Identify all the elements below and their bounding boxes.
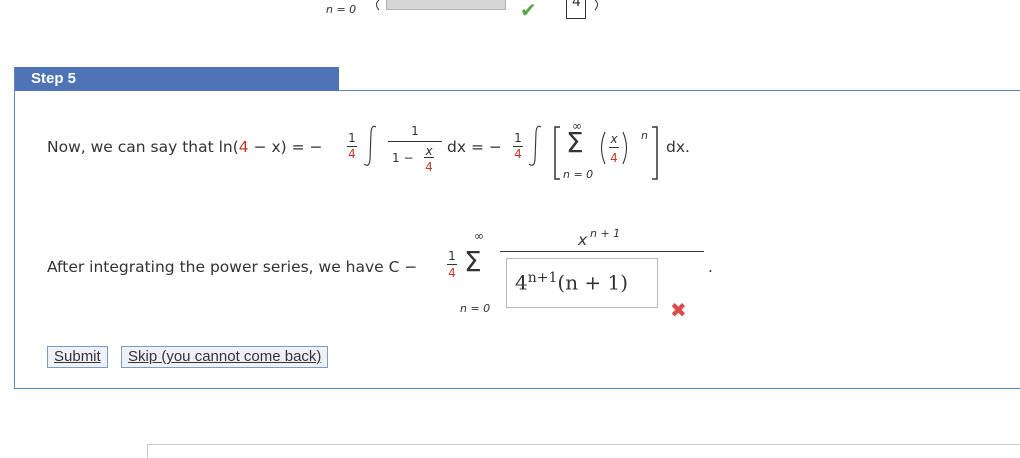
step-panel: Step 5	[14, 67, 1020, 389]
answer-input[interactable]: 4n+1(n + 1)	[506, 258, 658, 308]
dx2: dx.	[666, 138, 690, 156]
frac3-bar	[447, 264, 457, 265]
bracket-left-icon	[554, 126, 560, 180]
frac2-num: 1	[514, 131, 522, 145]
term-exp: n	[641, 129, 648, 142]
term-bar	[609, 147, 619, 148]
inner-x: x	[425, 144, 433, 158]
frac3-den: 4	[448, 266, 456, 280]
frac3-num: 1	[448, 249, 456, 263]
step-title: Step 5	[15, 67, 339, 91]
inner-num: 1	[411, 124, 419, 138]
sum2-lower: n = 0	[460, 302, 491, 315]
sigma1: Σ	[566, 126, 584, 159]
answer-value: 4n+1(n + 1)	[515, 270, 629, 295]
frac2-den: 4	[514, 147, 522, 161]
bottom-divider	[147, 444, 1020, 445]
check-icon: ✔	[520, 0, 537, 22]
sigma2: Σ	[464, 245, 482, 278]
line2-prefix: After integrating the power series, we h…	[47, 258, 418, 276]
inner-den-one: 1 −	[392, 151, 414, 165]
prev-term-box: 4	[566, 0, 586, 19]
numerator-x: x	[578, 231, 588, 249]
skip-button[interactable]: Skip (you cannot come back)	[121, 346, 329, 368]
paren-right-icon-2	[622, 131, 628, 165]
inner-small-bar	[424, 157, 434, 158]
term-four: 4	[610, 151, 618, 165]
integral-icon	[363, 125, 377, 166]
line2-period: .	[708, 258, 713, 276]
paren-right-icon	[594, 0, 598, 11]
bracket-right-icon	[652, 126, 658, 180]
frac1-num: 1	[348, 131, 356, 145]
submit-button[interactable]: Submit	[47, 346, 108, 368]
sum2-upper: ∞	[474, 229, 484, 243]
sum1-lower: n = 0	[563, 168, 594, 181]
numerator-exp: n + 1	[590, 227, 621, 240]
integral-icon-2	[528, 125, 542, 166]
inner-bar	[388, 141, 442, 142]
bottom-divider-tick	[147, 444, 148, 458]
paren-left-icon-2	[600, 131, 606, 165]
prev-sum-lower: n = 0	[326, 3, 357, 16]
frac1-den: 4	[348, 147, 356, 161]
main-frac-bar	[500, 251, 704, 252]
prev-answer-box	[386, 0, 506, 10]
previous-step-fragment: n = 0 ✔ 4	[0, 0, 700, 22]
incorrect-icon: ✖	[670, 298, 687, 322]
dx1: dx = −	[447, 138, 502, 156]
term-x: x	[610, 132, 618, 146]
step-title-rule	[339, 90, 1020, 91]
paren-left-icon	[376, 0, 380, 11]
inner-four: 4	[425, 160, 433, 174]
line1-prefix: Now, we can say that ln(4 − x) = −	[47, 138, 323, 156]
